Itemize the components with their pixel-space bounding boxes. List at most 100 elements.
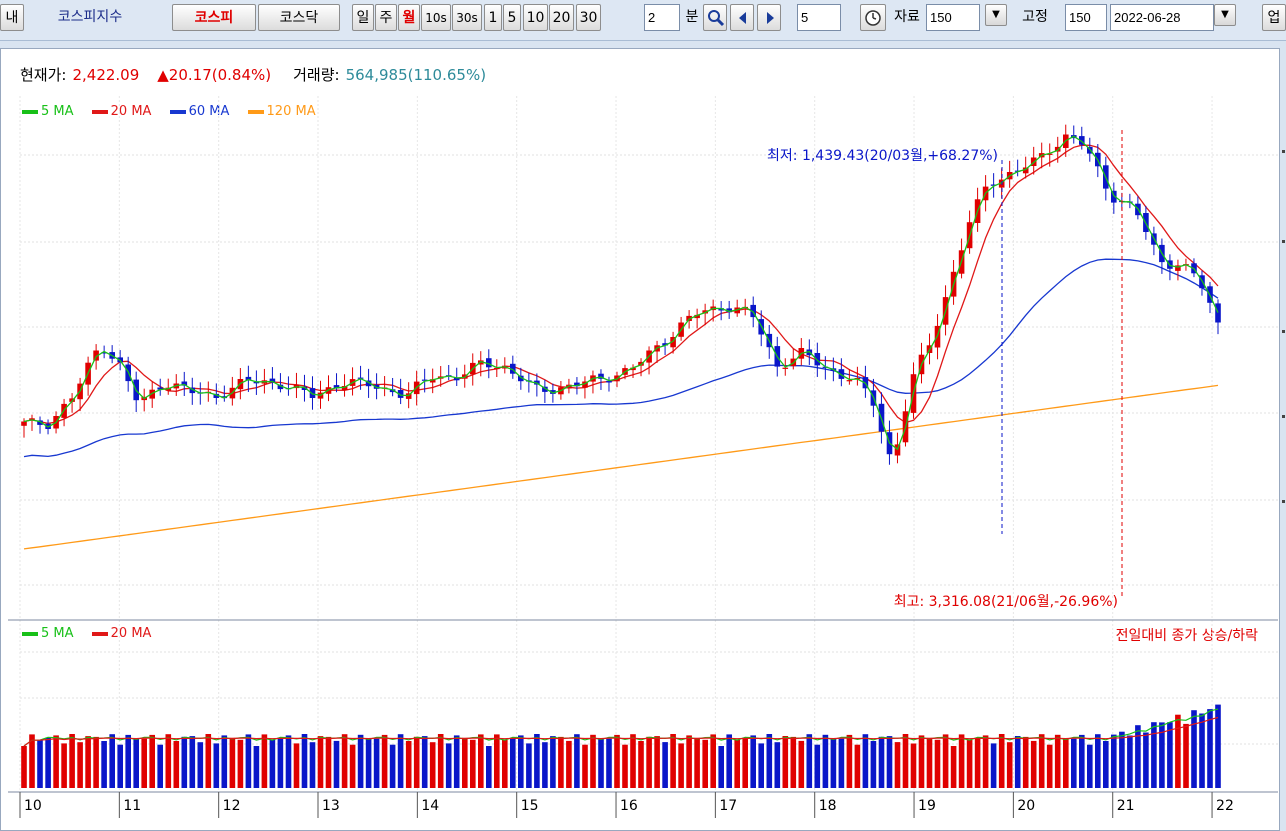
volume-bar <box>1135 725 1141 788</box>
volume-bar <box>117 744 123 788</box>
volume-bar <box>405 741 412 788</box>
volume-bar <box>197 742 204 788</box>
volume-bar <box>766 734 773 788</box>
volume-bar <box>21 746 27 788</box>
x-tick-label: 21 <box>1117 798 1135 814</box>
volume-bar <box>622 744 628 788</box>
volume-bar <box>926 737 933 788</box>
volume-bar <box>133 738 139 788</box>
volume-bar <box>413 736 420 788</box>
volume-bar <box>862 734 869 788</box>
volume-bar <box>950 746 957 788</box>
right-axis-tick <box>1282 330 1285 333</box>
candle-body <box>1215 303 1221 323</box>
volume-bar <box>566 740 572 788</box>
ma5-line <box>23 135 1219 451</box>
volume-bar <box>277 737 284 788</box>
volume-bar <box>990 743 997 788</box>
volume-bar <box>470 739 476 788</box>
volume-bar <box>189 736 196 788</box>
volume-bar <box>1038 734 1045 788</box>
volume-bar <box>205 734 212 788</box>
high-annotation: 최고: 3,316.08(21/06월,-26.96%) <box>894 594 1118 610</box>
volume-bar <box>149 734 155 788</box>
volume-bar <box>245 734 252 788</box>
volume-bar <box>429 742 436 788</box>
volume-bar <box>638 741 644 788</box>
volume-bar <box>373 738 380 788</box>
volume-bar <box>301 734 308 788</box>
ma60-line <box>23 258 1219 458</box>
volume-bar <box>309 742 316 788</box>
volume-bar <box>1063 738 1069 788</box>
volume-bar <box>702 739 708 788</box>
volume-bar <box>1103 741 1109 788</box>
volume-bar <box>1071 738 1077 788</box>
volume-bar <box>1022 736 1029 788</box>
volume-bar <box>253 746 260 788</box>
volume-bar <box>101 741 107 788</box>
volume-bar <box>397 734 404 788</box>
volume-bar <box>966 739 973 788</box>
volume-bar <box>333 740 340 788</box>
volume-bar <box>534 734 540 788</box>
volume-bar <box>910 743 917 788</box>
volume-bar <box>838 738 845 788</box>
right-axis-tick <box>1282 500 1285 503</box>
volume-bar <box>421 736 428 788</box>
volume-bar <box>349 744 356 788</box>
volume-bar <box>878 736 885 788</box>
volume-bar <box>830 738 837 788</box>
volume-bar <box>85 736 91 788</box>
volume-bar <box>646 736 652 788</box>
volume-bar <box>934 739 941 788</box>
ma60-series-line <box>23 258 1219 458</box>
candle-body <box>21 421 27 426</box>
volume-bar <box>181 736 188 788</box>
volume-bars <box>21 704 1221 788</box>
volume-bar <box>630 734 636 788</box>
volume-bar <box>718 746 724 788</box>
volume-bar <box>1087 744 1093 788</box>
x-tick-label: 10 <box>24 798 42 814</box>
right-axis-tick <box>1282 150 1285 153</box>
volume-bar <box>445 743 452 788</box>
volume-bar <box>542 742 548 788</box>
volume-bar <box>261 734 268 788</box>
ma5-series-line <box>23 135 1219 451</box>
volume-bar <box>694 737 700 788</box>
volume-bar <box>662 742 668 788</box>
volume-bar <box>1030 740 1037 788</box>
volume-bar <box>325 736 332 788</box>
volume-bar <box>357 734 364 788</box>
volume-bar <box>109 734 115 788</box>
x-tick-label: 20 <box>1017 798 1035 814</box>
volume-bar <box>670 734 676 788</box>
volume-bar <box>974 737 981 788</box>
volume-bar <box>998 734 1005 788</box>
volume-bar <box>822 734 829 788</box>
ma20-line <box>23 144 1219 425</box>
volume-bar <box>958 734 965 788</box>
volume-bar <box>774 742 781 788</box>
candle-body <box>782 367 789 369</box>
volume-bar <box>478 734 484 788</box>
volume-bar <box>798 740 805 788</box>
volume-bar <box>1046 744 1053 788</box>
volume-bar <box>125 734 131 788</box>
volume-bar <box>558 736 564 788</box>
volume-bar <box>678 743 684 788</box>
volume-bar <box>141 738 147 788</box>
volume-bar <box>1054 734 1061 788</box>
volume-bar <box>1215 704 1221 788</box>
x-tick-label: 22 <box>1216 798 1234 814</box>
candle-body <box>814 353 821 366</box>
volume-bar <box>389 744 396 788</box>
volume-bar <box>870 741 877 788</box>
price-volume-chart[interactable]: 최저: 1,439.43(20/03월,+68.27%) 최고: 3,316.08… <box>0 0 1286 831</box>
volume-bar <box>918 735 925 788</box>
volume-bar <box>53 735 59 788</box>
volume-bar <box>341 734 348 788</box>
volume-bar <box>894 742 901 788</box>
volume-bar <box>437 734 444 788</box>
